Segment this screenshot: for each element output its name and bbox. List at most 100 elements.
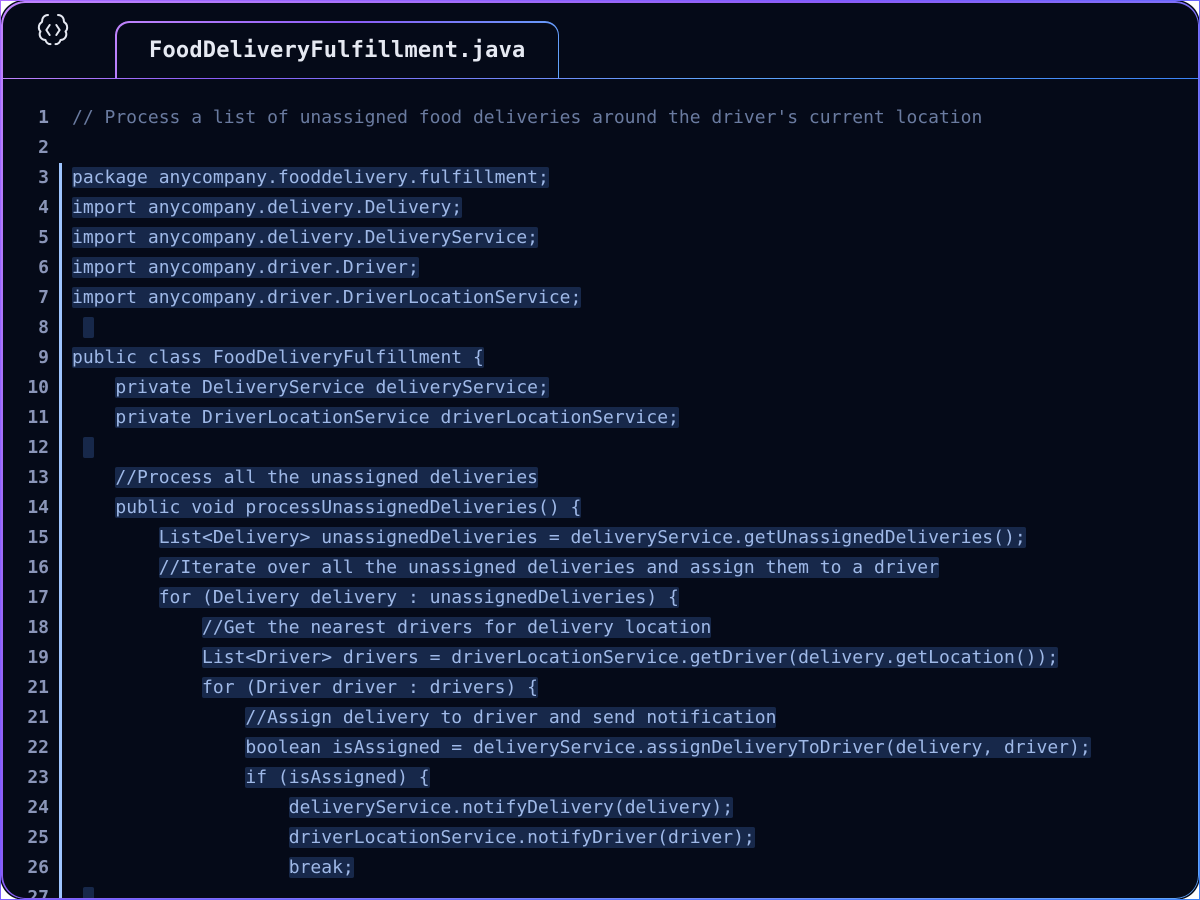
code-line[interactable]: 13 //Process all the unassigned deliveri…: [1, 463, 1199, 493]
line-number: 22: [1, 733, 59, 763]
code-text: public class FoodDeliveryFulfillment {: [72, 343, 484, 373]
code-line[interactable]: 24 deliveryService.notifyDelivery(delive…: [1, 793, 1199, 823]
line-number: 8: [1, 313, 59, 343]
code-line[interactable]: 17 for (Delivery delivery : unassignedDe…: [1, 583, 1199, 613]
code-line[interactable]: 3package anycompany.fooddelivery.fulfill…: [1, 163, 1199, 193]
code-line[interactable]: 14 public void processUnassignedDeliveri…: [1, 493, 1199, 523]
brain-code-icon: [33, 10, 73, 50]
change-marker: [59, 733, 62, 763]
change-marker: [59, 373, 62, 403]
code-line[interactable]: 21 for (Driver driver : drivers) {: [1, 673, 1199, 703]
code-line[interactable]: 11 private DriverLocationService driverL…: [1, 403, 1199, 433]
code-text: //Assign delivery to driver and send not…: [72, 703, 776, 733]
change-marker: [59, 793, 62, 823]
code-line[interactable]: 12: [1, 433, 1199, 463]
change-marker: [59, 853, 62, 883]
change-marker: [59, 643, 62, 673]
change-marker: [59, 253, 62, 283]
change-marker: [59, 703, 62, 733]
code-line[interactable]: 1// Process a list of unassigned food de…: [1, 103, 1199, 133]
change-marker: [59, 223, 62, 253]
line-number: 16: [1, 553, 59, 583]
line-number: 23: [1, 763, 59, 793]
change-marker: [59, 433, 62, 463]
line-number: 2: [1, 133, 59, 163]
code-text: import anycompany.driver.Driver;: [72, 253, 419, 283]
code-line[interactable]: 22 boolean isAssigned = deliveryService.…: [1, 733, 1199, 763]
line-number: 21: [1, 703, 59, 733]
line-number: 12: [1, 433, 59, 463]
change-marker: [59, 193, 62, 223]
change-marker: [59, 343, 62, 373]
code-line[interactable]: 19 List<Driver> drivers = driverLocation…: [1, 643, 1199, 673]
code-line[interactable]: 2: [1, 133, 1199, 163]
line-number: 9: [1, 343, 59, 373]
line-number: 7: [1, 283, 59, 313]
code-line[interactable]: 7 import anycompany.driver.DriverLocation…: [1, 283, 1199, 313]
code-text: //Process all the unassigned deliveries: [72, 463, 538, 493]
code-line[interactable]: 10 private DeliveryService deliveryServi…: [1, 373, 1199, 403]
line-number: 13: [1, 463, 59, 493]
code-text: if (isAssigned) {: [72, 763, 430, 793]
code-editor[interactable]: 1// Process a list of unassigned food de…: [1, 79, 1199, 900]
code-line[interactable]: 18 //Get the nearest drivers for deliver…: [1, 613, 1199, 643]
line-number: 19: [1, 643, 59, 673]
code-line[interactable]: 5import anycompany.delivery.DeliveryServ…: [1, 223, 1199, 253]
change-marker: [59, 613, 62, 643]
change-marker: [59, 283, 62, 313]
line-number: 17: [1, 583, 59, 613]
line-number: 5: [1, 223, 59, 253]
code-line[interactable]: 9 public class FoodDeliveryFulfillment {: [1, 343, 1199, 373]
line-number: 14: [1, 493, 59, 523]
code-text: package anycompany.fooddelivery.fulfillm…: [72, 163, 549, 193]
tab-bar: FoodDeliveryFulfillment.java: [1, 1, 1199, 79]
change-marker: [59, 133, 62, 163]
line-number: 18: [1, 613, 59, 643]
code-text: for (Delivery delivery : unassignedDeliv…: [72, 583, 679, 613]
code-text: // Process a list of unassigned food del…: [72, 103, 982, 133]
code-line[interactable]: 26 break;: [1, 853, 1199, 883]
code-text: deliveryService.notifyDelivery(delivery)…: [72, 793, 733, 823]
code-text: break;: [72, 853, 354, 883]
code-line[interactable]: 4 import anycompany.delivery.Delivery;: [1, 193, 1199, 223]
editor-window: FoodDeliveryFulfillment.java 1// Process…: [0, 0, 1200, 900]
change-marker: [59, 523, 62, 553]
line-number: 11: [1, 403, 59, 433]
code-text: List<Delivery> unassignedDeliveries = de…: [72, 523, 1026, 553]
change-marker: [59, 463, 62, 493]
line-number: 25: [1, 823, 59, 853]
code-line[interactable]: 16 //Iterate over all the unassigned del…: [1, 553, 1199, 583]
code-text: [72, 883, 94, 900]
line-number: 21: [1, 673, 59, 703]
code-line[interactable]: 25 driverLocationService.notifyDriver(dr…: [1, 823, 1199, 853]
change-marker: [59, 823, 62, 853]
code-line[interactable]: 6 import anycompany.driver.Driver;: [1, 253, 1199, 283]
code-line[interactable]: 27: [1, 883, 1199, 900]
code-text: [72, 313, 94, 343]
code-text: private DeliveryService deliveryService;: [72, 373, 549, 403]
code-text: List<Driver> drivers = driverLocationSer…: [72, 643, 1058, 673]
change-marker: [59, 883, 62, 900]
change-marker: [59, 313, 62, 343]
code-text: driverLocationService.notifyDriver(drive…: [72, 823, 755, 853]
code-text: boolean isAssigned = deliveryService.ass…: [72, 733, 1091, 763]
line-number: 24: [1, 793, 59, 823]
code-text: import anycompany.driver.DriverLocationS…: [72, 283, 581, 313]
change-marker: [59, 763, 62, 793]
code-text: for (Driver driver : drivers) {: [72, 673, 538, 703]
code-text: //Get the nearest drivers for delivery l…: [72, 613, 711, 643]
line-number: 10: [1, 373, 59, 403]
change-marker: [59, 163, 62, 193]
line-number: 6: [1, 253, 59, 283]
code-line[interactable]: 21 //Assign delivery to driver and send …: [1, 703, 1199, 733]
tab-file[interactable]: FoodDeliveryFulfillment.java: [115, 21, 559, 79]
code-text: import anycompany.delivery.Delivery;: [72, 193, 462, 223]
code-line[interactable]: 23 if (isAssigned) {: [1, 763, 1199, 793]
line-number: 26: [1, 853, 59, 883]
code-text: public void processUnassignedDeliveries(…: [72, 493, 581, 523]
line-number: 4: [1, 193, 59, 223]
code-line[interactable]: 15 List<Delivery> unassignedDeliveries =…: [1, 523, 1199, 553]
change-marker: [59, 553, 62, 583]
change-marker: [59, 103, 62, 133]
code-line[interactable]: 8: [1, 313, 1199, 343]
